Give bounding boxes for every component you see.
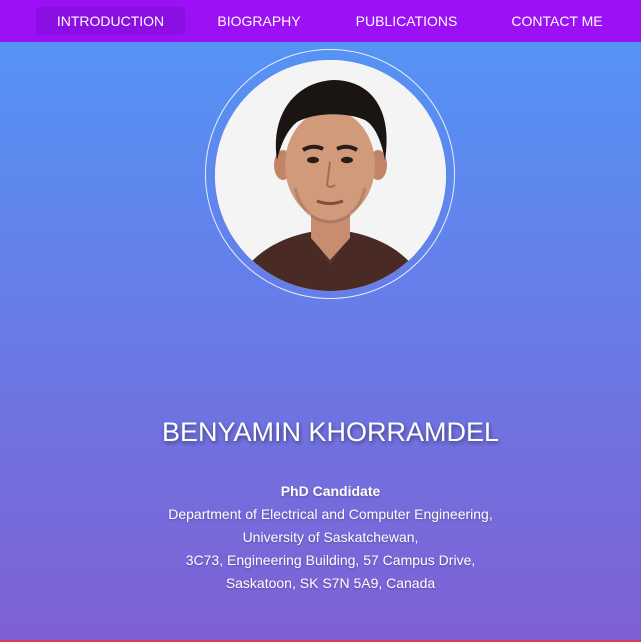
profile-info: PhD Candidate Department of Electrical a… — [0, 480, 641, 595]
address-line: Saskatoon, SK S7N 5A9, Canada — [225, 575, 436, 591]
nav-introduction[interactable]: INTRODUCTION — [36, 7, 185, 35]
address-line: Department of Electrical and Computer En… — [168, 506, 493, 522]
profile-photo — [215, 60, 446, 291]
profile-role: PhD Candidate — [280, 483, 381, 499]
nav-contact-me[interactable]: CONTACT ME — [498, 7, 616, 35]
address-line: University of Saskatchewan, — [242, 529, 419, 545]
portrait-illustration — [215, 60, 446, 291]
profile-name: BENYAMIN KHORRAMDEL — [161, 417, 500, 447]
nav-publications[interactable]: PUBLICATIONS — [346, 7, 467, 35]
address-line: 3C73, Engineering Building, 57 Campus Dr… — [185, 552, 476, 568]
nav-biography[interactable]: BIOGRAPHY — [205, 7, 313, 35]
top-navigation: INTRODUCTION BIOGRAPHY PUBLICATIONS CONT… — [0, 0, 641, 42]
